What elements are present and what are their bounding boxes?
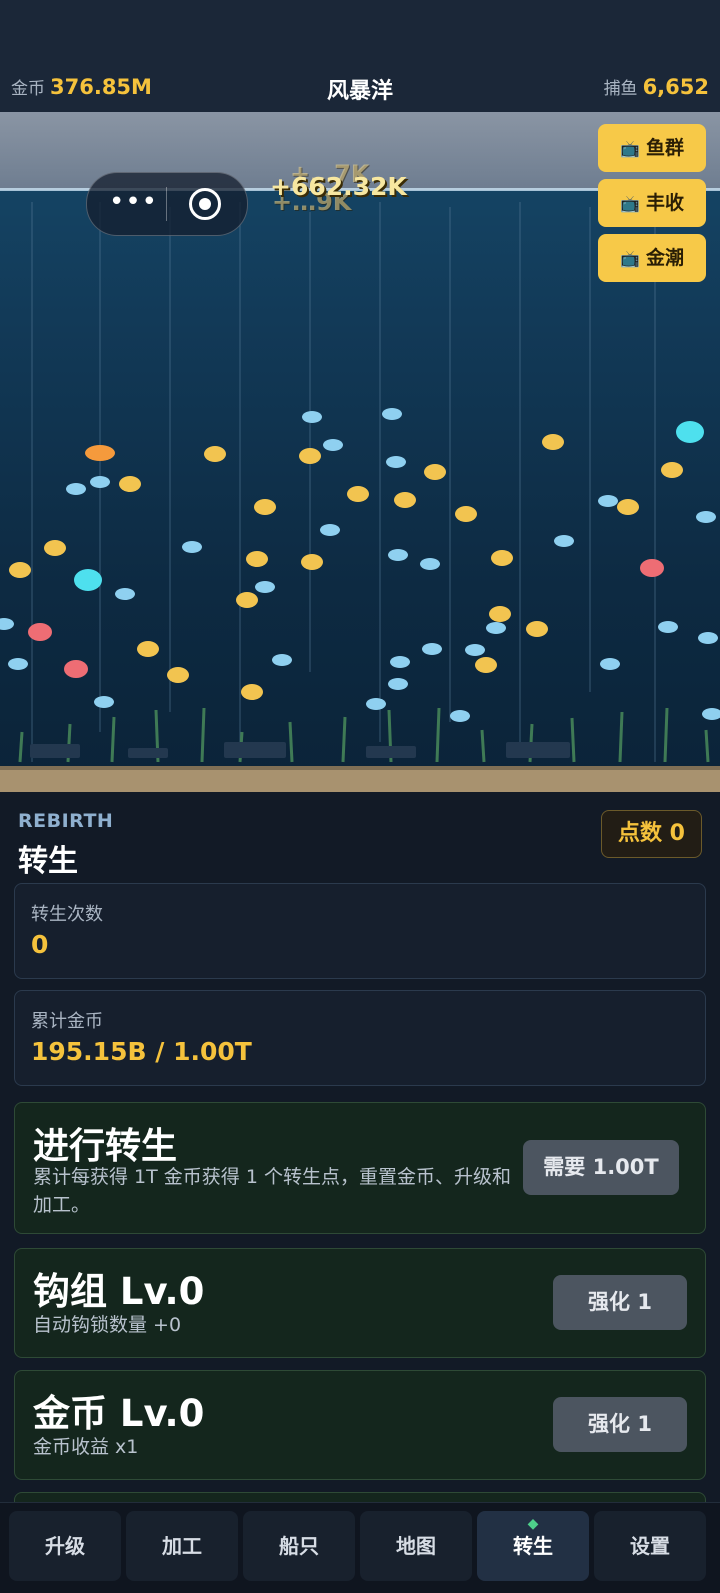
stat-value: 195.15B / 1.00T xyxy=(31,1037,252,1066)
stat-label: 转生次数 xyxy=(31,904,103,925)
panel-title-en: REBIRTH xyxy=(18,810,114,832)
catch-label: 捕鱼 xyxy=(603,79,638,99)
boost-label: 鱼群 xyxy=(645,137,684,159)
card-title: 进行转生 xyxy=(33,1126,178,1167)
ocean-scene[interactable]: +…7K +…9K +662.32K ••• 📺 鱼群 📺 丰收 📺 金潮 xyxy=(0,112,720,792)
boost-gold-tide-button[interactable]: 📺 金潮 xyxy=(598,234,706,282)
tab-boats[interactable]: 船只 xyxy=(243,1511,355,1581)
catch-value: 6,652 xyxy=(642,75,709,99)
card-title: 金币 Lv.0 xyxy=(33,1392,205,1435)
tv-icon: 📺 xyxy=(620,139,640,158)
perform-rebirth-card: 进行转生 累计每获得 1T 金币获得 1 个转生点，重置金币、升级和加工。 需要… xyxy=(14,1102,706,1234)
tv-icon: 📺 xyxy=(620,194,640,213)
close-target-icon[interactable] xyxy=(189,188,221,220)
active-gem-icon: ◆ xyxy=(527,1516,539,1532)
upgrade-coins-button[interactable]: 强化 1 xyxy=(553,1397,687,1452)
stat-label: 累计金币 xyxy=(31,1011,103,1032)
boost-label: 丰收 xyxy=(645,192,684,214)
seabed xyxy=(0,770,720,792)
rebirth-count-card: 转生次数 0 xyxy=(14,883,706,979)
boost-label: 金潮 xyxy=(645,247,684,269)
tab-upgrade[interactable]: 升级 xyxy=(9,1511,121,1581)
tab-rebirth[interactable]: ◆ 转生 xyxy=(477,1511,589,1581)
bottom-tab-bar: 升级 加工 船只 地图 ◆ 转生 设置 xyxy=(0,1502,720,1593)
floating-gain-text: +662.32K xyxy=(270,172,407,201)
top-hud: 金币 376.85M 风暴洋 捕鱼 6,652 xyxy=(0,0,720,112)
rebirth-button[interactable]: 需要 1.00T xyxy=(523,1140,679,1195)
more-icon[interactable]: ••• xyxy=(109,189,157,215)
panel-title: 转生 xyxy=(18,844,78,879)
stat-value: 0 xyxy=(31,930,49,959)
card-description: 金币收益 x1 xyxy=(33,1436,139,1458)
catch-counter: 捕鱼 6,652 xyxy=(604,74,709,99)
tab-settings[interactable]: 设置 xyxy=(594,1511,706,1581)
tv-icon: 📺 xyxy=(620,249,640,268)
points-badge: 点数 0 xyxy=(601,810,702,858)
rebirth-panel: REBIRTH 转生 点数 0 转生次数 0 累计金币 195.15B / 1.… xyxy=(0,792,720,1524)
tab-map[interactable]: 地图 xyxy=(360,1511,472,1581)
boost-fish-school-button[interactable]: 📺 鱼群 xyxy=(598,124,706,172)
boost-harvest-button[interactable]: 📺 丰收 xyxy=(598,179,706,227)
tab-processing[interactable]: 加工 xyxy=(126,1511,238,1581)
card-description: 自动钩锁数量 +0 xyxy=(33,1314,182,1336)
upgrade-hooks-button[interactable]: 强化 1 xyxy=(553,1275,687,1330)
card-description: 累计每获得 1T 金币获得 1 个转生点，重置金币、升级和加工。 xyxy=(33,1166,511,1216)
upgrade-card-hooks: 钩组 Lv.0 自动钩锁数量 +0 强化 1 xyxy=(14,1248,706,1358)
total-coins-card: 累计金币 195.15B / 1.00T xyxy=(14,990,706,1086)
mini-program-capsule[interactable]: ••• xyxy=(86,172,248,236)
card-title: 钩组 Lv.0 xyxy=(33,1270,205,1313)
upgrade-card-coins: 金币 Lv.0 金币收益 x1 强化 1 xyxy=(14,1370,706,1480)
capsule-divider xyxy=(166,187,167,221)
